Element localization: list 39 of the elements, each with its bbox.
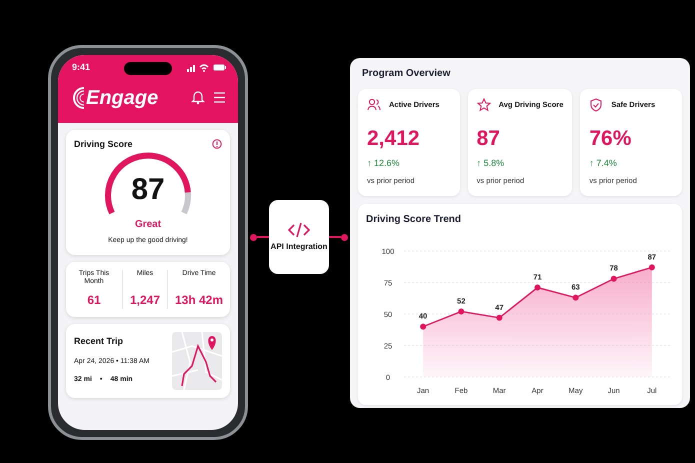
camera-notch [124,62,172,75]
stat-value: 61 [87,292,101,308]
data-point [648,264,655,270]
people-icon [367,98,381,112]
api-label: API Integration [270,242,328,252]
data-point [534,284,540,290]
metric-value: 76% [589,128,632,149]
metric-change: ↑ 7.4% [589,157,618,170]
card-title: Recent Trip [74,335,124,348]
chart-title: Driving Score Trend [366,212,462,227]
stat-value: 13h 42m [174,292,224,308]
star-icon [476,98,491,112]
info-icon[interactable] [212,139,222,150]
data-point [496,314,502,321]
bell-icon[interactable] [191,90,205,105]
section-title: Program Overview [362,67,452,81]
shield-icon [589,98,604,112]
wifi-icon [199,64,209,72]
code-icon [288,222,310,238]
data-point [458,308,464,314]
connector-dot [250,234,257,240]
metric-value: 87 [476,128,501,149]
status-time: 9:41 [72,61,90,74]
metric-change: ↑ 12.6% [367,157,401,170]
signal-icon [187,64,195,72]
menu-icon[interactable] [213,91,226,104]
data-point [420,323,426,330]
logo-swirl-icon [72,86,86,110]
battery-icon [213,64,226,72]
metric-value: 2,412 [367,128,421,149]
data-point [610,275,617,282]
score-rating: Great [134,218,162,232]
score-value: 87 [130,175,166,205]
app-logo: Engage [86,86,158,110]
data-point [572,294,579,300]
metric-change: ↑ 5.8% [476,157,506,170]
card-title: Driving Score [74,138,133,151]
stat-value: 1,247 [130,292,160,308]
connector-dot [341,234,348,240]
